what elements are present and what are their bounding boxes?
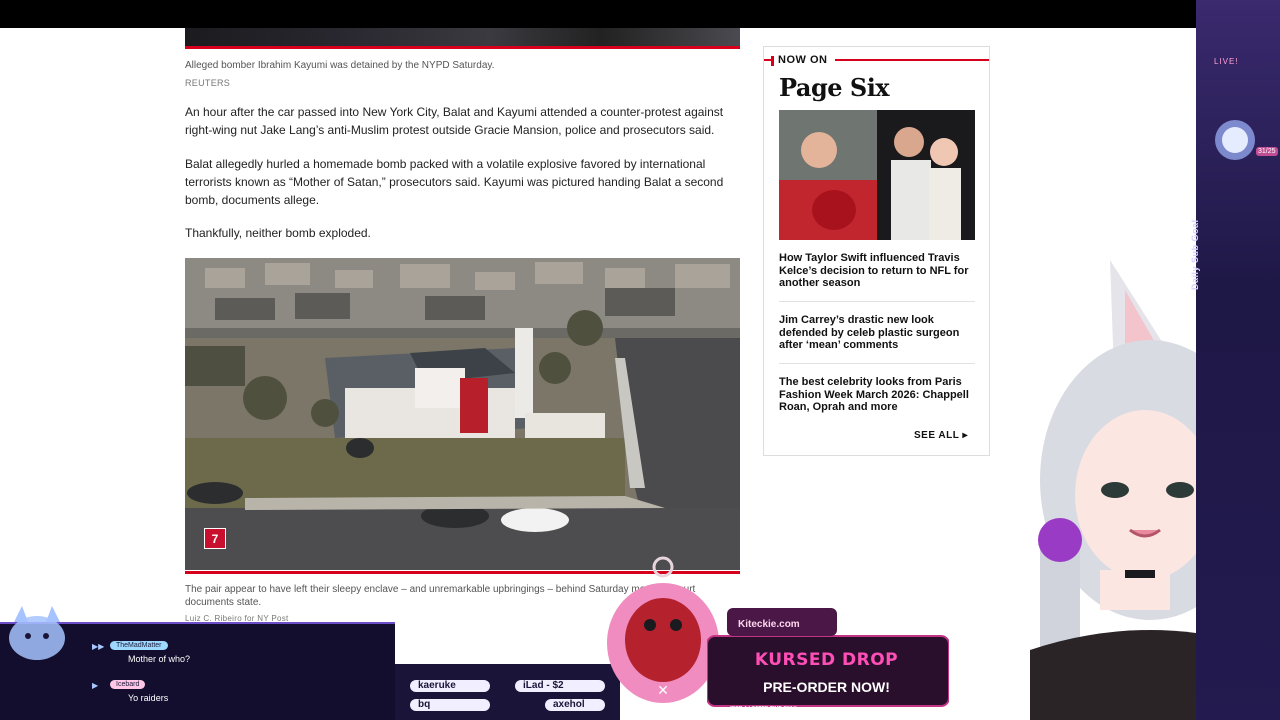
- widget-kicker: NOW ON: [771, 54, 836, 66]
- chat-username: TheMadMatter: [110, 641, 168, 650]
- vtuber-avatar: [1030, 260, 1196, 720]
- browser-top-bar: [0, 0, 1280, 28]
- live-badge: LIVE!: [1214, 57, 1239, 66]
- merch-site: Kiteckie.com: [738, 619, 800, 630]
- ticker-item: iLad - $2: [515, 680, 605, 692]
- article-top-photo: [185, 28, 740, 46]
- event-ticker: [395, 664, 620, 720]
- merch-fine-print: *FOR A LIMITED TIME ONLY: [730, 706, 797, 712]
- photo-credit: REUTERS: [185, 78, 231, 88]
- photo-index-badge[interactable]: 7: [204, 528, 226, 549]
- chat-message: Mother of who?: [128, 654, 191, 664]
- article-paragraph: Thankfully, neither bomb exploded.: [185, 226, 371, 240]
- chat-arrow-icon: ▶▶: [92, 642, 105, 651]
- ticker-item: bq: [410, 699, 490, 711]
- svg-text:✕: ✕: [657, 683, 669, 699]
- page-six-logo[interactable]: Page Six: [779, 73, 890, 102]
- merch-title: KURSED DROP: [754, 650, 899, 670]
- celebrity-photo[interactable]: [779, 110, 975, 240]
- preorder-cta[interactable]: PRE-ORDER NOW!: [734, 679, 919, 695]
- sub-goal-count: 31/25: [1256, 147, 1278, 156]
- moon-icon: [1215, 120, 1255, 160]
- chat-username: Icebard: [110, 680, 146, 689]
- article-paragraph: An hour after the car passed into New Yo…: [185, 105, 724, 137]
- ticker-item: kaeruke: [410, 680, 490, 692]
- stream-side-panel: [1196, 0, 1280, 720]
- chat-message: Yo raiders: [128, 693, 169, 703]
- cat-mascot-icon: [9, 606, 65, 660]
- photo-caption: Alleged bomber Ibrahim Kayumi was detain…: [185, 60, 495, 71]
- chat-arrow-icon: ▶: [92, 681, 99, 690]
- ticker-item: axehol: [545, 699, 605, 711]
- photo-rule: [185, 46, 740, 49]
- article-paragraph: Balat allegedly hurled a homemade bomb p…: [185, 157, 724, 207]
- aerial-house-photo[interactable]: [185, 258, 740, 570]
